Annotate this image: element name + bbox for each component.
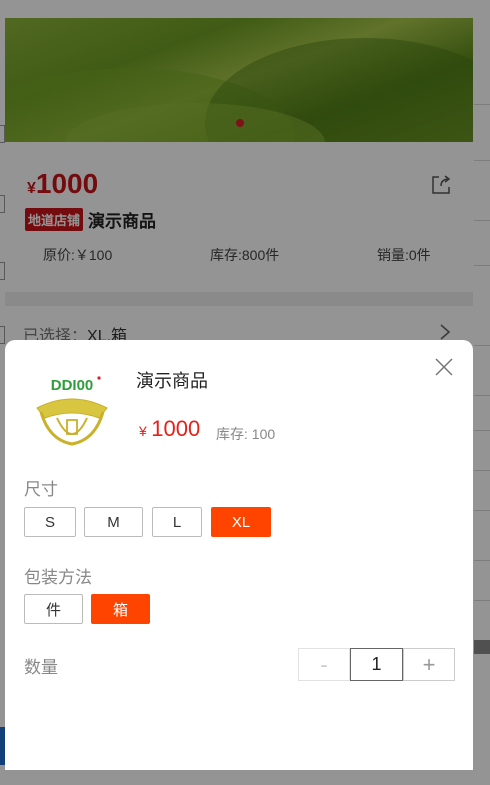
size-option-xl[interactable]: XL — [211, 507, 271, 537]
sheet-stock: 库存: 100 — [216, 426, 276, 442]
quantity-label: 数量 — [24, 658, 58, 677]
currency-symbol: ¥ — [139, 423, 147, 439]
price-value: 1000 — [151, 416, 201, 441]
size-label: 尺寸 — [24, 480, 58, 499]
pack-method-label: 包装方法 — [24, 568, 92, 587]
sheet-price: ¥ 1000 — [139, 416, 200, 442]
brand-logo: DDI00 — [36, 376, 108, 446]
size-option-m[interactable]: M — [84, 507, 143, 537]
pack-option-box[interactable]: 箱 — [91, 594, 150, 624]
size-option-l[interactable]: L — [152, 507, 202, 537]
logo-text: DDI00 — [51, 377, 94, 394]
size-option-s[interactable]: S — [24, 507, 76, 537]
spec-selection-sheet: DDI00 演示商品 ¥ 1000 库存: 100 尺寸 S M L XL 包装… — [5, 340, 473, 770]
pack-option-piece[interactable]: 件 — [24, 594, 83, 624]
decrease-button[interactable]: - — [298, 648, 350, 681]
close-icon[interactable] — [433, 356, 455, 378]
quantity-input[interactable] — [350, 648, 403, 681]
increase-button[interactable]: + — [403, 648, 455, 681]
sheet-product-title: 演示商品 — [136, 371, 208, 391]
quantity-stepper: - + — [298, 648, 455, 681]
